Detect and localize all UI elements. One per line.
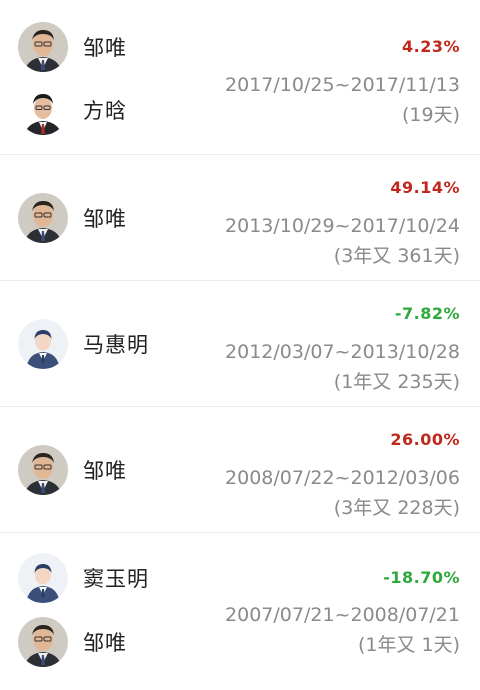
manager-tenure-list: 邹唯 方晗 4.23% 2017/10/25~2017/11/13 (19天) …: [0, 0, 480, 690]
manager-row[interactable]: 邹唯: [18, 191, 127, 245]
manager-row[interactable]: 邹唯: [18, 20, 127, 74]
tenure-date-range: 2017/10/25~2017/11/13: [225, 74, 460, 96]
tenure-return: -7.82%: [394, 304, 460, 323]
manager-name: 方晗: [83, 99, 127, 123]
tenure-card[interactable]: 邹唯 方晗 4.23% 2017/10/25~2017/11/13 (19天): [0, 0, 480, 155]
tenure-card[interactable]: 马惠明 -7.82% 2012/03/07~2013/10/28 (1年又 23…: [0, 281, 480, 407]
tenure-card[interactable]: 邹唯 49.14% 2013/10/29~2017/10/24 (3年又 361…: [0, 155, 480, 281]
tenure-duration: (3年又 228天): [333, 497, 460, 519]
photo-avatar-icon: [18, 85, 68, 135]
manager-row[interactable]: 窦玉明: [18, 551, 149, 605]
tenure-return: -18.70%: [383, 568, 460, 587]
manager-name: 窦玉明: [83, 567, 149, 591]
tenure-return: 4.23%: [401, 37, 460, 56]
tenure-return: 49.14%: [390, 178, 460, 197]
tenure-duration: (1年又 235天): [333, 371, 460, 393]
photo-avatar-icon: [18, 445, 68, 495]
manager-row[interactable]: 马惠明: [18, 317, 149, 371]
tenure-duration: (1年又 1天): [357, 634, 460, 656]
photo-avatar-icon: [18, 22, 68, 72]
tenure-date-range: 2007/07/21~2008/07/21: [225, 604, 460, 626]
tenure-duration: (19天): [401, 104, 460, 126]
manager-name: 马惠明: [83, 333, 149, 357]
manager-row[interactable]: 邹唯: [18, 615, 127, 669]
manager-row[interactable]: 方晗: [18, 83, 127, 137]
tenure-card[interactable]: 窦玉明 邹唯 -18.70% 2007/07/21~2008/07/21 (1年…: [0, 533, 480, 690]
tenure-return: 26.00%: [390, 430, 460, 449]
photo-avatar-icon: [18, 617, 68, 667]
manager-name: 邹唯: [83, 631, 127, 655]
manager-name: 邹唯: [83, 36, 127, 60]
tenure-date-range: 2013/10/29~2017/10/24: [225, 215, 460, 237]
default-person-avatar-icon: [18, 319, 68, 369]
tenure-date-range: 2012/03/07~2013/10/28: [225, 341, 460, 363]
tenure-duration: (3年又 361天): [333, 245, 460, 267]
tenure-card[interactable]: 邹唯 26.00% 2008/07/22~2012/03/06 (3年又 228…: [0, 407, 480, 533]
manager-row[interactable]: 邹唯: [18, 443, 127, 497]
default-person-avatar-icon: [18, 553, 68, 603]
tenure-date-range: 2008/07/22~2012/03/06: [225, 467, 460, 489]
manager-name: 邹唯: [83, 459, 127, 483]
manager-name: 邹唯: [83, 207, 127, 231]
photo-avatar-icon: [18, 193, 68, 243]
